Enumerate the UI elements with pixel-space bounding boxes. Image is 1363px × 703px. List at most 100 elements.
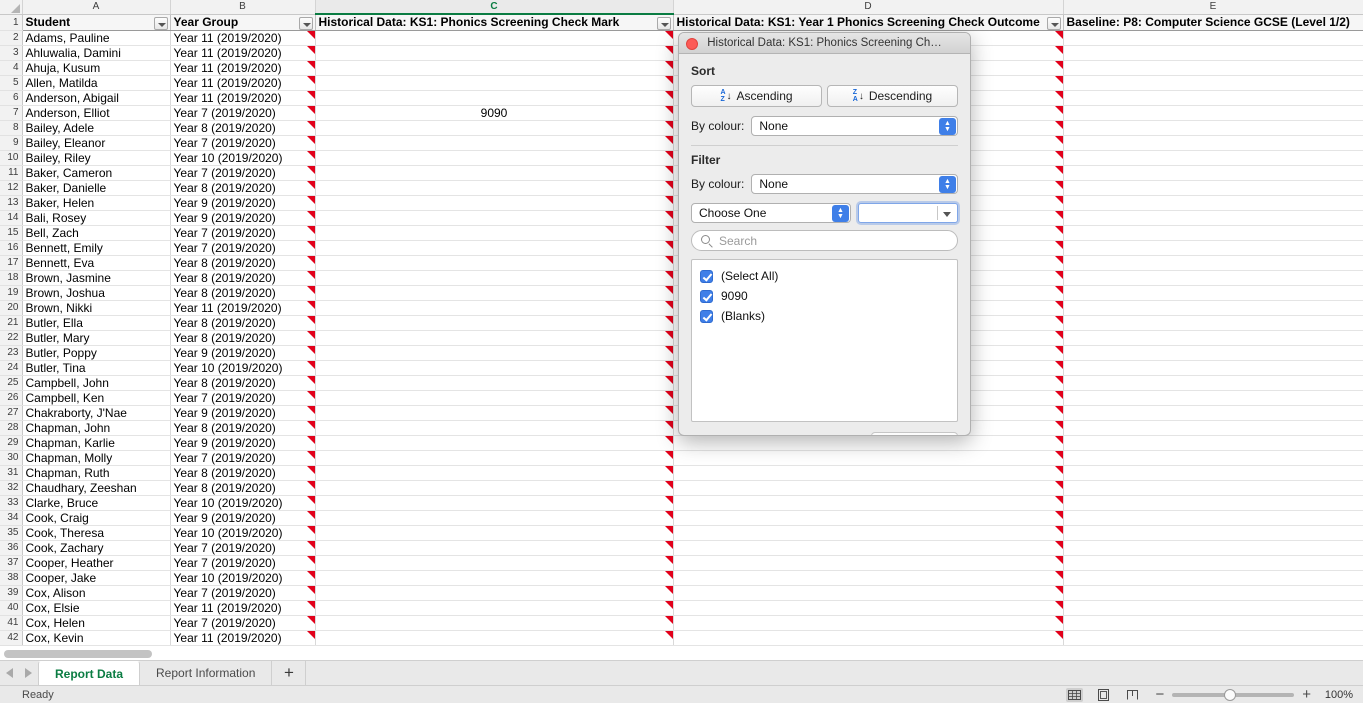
filter-search-input[interactable]: Search <box>691 230 958 251</box>
column-header-c[interactable]: C <box>315 0 673 14</box>
student-cell[interactable]: Bailey, Adele <box>22 120 170 135</box>
phonics-mark-cell[interactable] <box>315 360 673 375</box>
phonics-mark-cell[interactable] <box>315 45 673 60</box>
student-cell[interactable]: Bennett, Emily <box>22 240 170 255</box>
year-group-cell[interactable]: Year 10 (2019/2020) <box>170 150 315 165</box>
baseline-cell[interactable] <box>1063 405 1363 420</box>
row-number[interactable]: 40 <box>0 600 22 615</box>
student-cell[interactable]: Cooper, Heather <box>22 555 170 570</box>
phonics-outcome-cell[interactable] <box>673 480 1063 495</box>
checkbox-icon[interactable] <box>700 290 713 303</box>
row-number[interactable]: 35 <box>0 525 22 540</box>
sort-ascending-button[interactable]: AZ↓ Ascending <box>691 85 822 107</box>
phonics-mark-cell[interactable] <box>315 240 673 255</box>
add-sheet-button[interactable]: + <box>272 661 306 685</box>
checkbox-icon[interactable] <box>700 270 713 283</box>
baseline-cell[interactable] <box>1063 630 1363 645</box>
row-number[interactable]: 24 <box>0 360 22 375</box>
baseline-cell[interactable] <box>1063 165 1363 180</box>
baseline-cell[interactable] <box>1063 150 1363 165</box>
phonics-mark-cell[interactable] <box>315 135 673 150</box>
phonics-outcome-cell[interactable] <box>673 615 1063 630</box>
column-title-cell[interactable]: Historical Data: KS1: Year 1 Phonics Scr… <box>673 14 1063 30</box>
phonics-mark-cell[interactable] <box>315 420 673 435</box>
phonics-mark-cell[interactable] <box>315 585 673 600</box>
table-row[interactable]: 31Chapman, RuthYear 8 (2019/2020) <box>0 465 1363 480</box>
phonics-mark-cell[interactable] <box>315 120 673 135</box>
table-row[interactable]: 30Chapman, MollyYear 7 (2019/2020) <box>0 450 1363 465</box>
year-group-cell[interactable]: Year 11 (2019/2020) <box>170 75 315 90</box>
year-group-cell[interactable]: Year 7 (2019/2020) <box>170 165 315 180</box>
close-icon[interactable] <box>686 38 698 50</box>
row-number[interactable]: 15 <box>0 225 22 240</box>
student-cell[interactable]: Adams, Pauline <box>22 30 170 45</box>
row-number[interactable]: 38 <box>0 570 22 585</box>
student-cell[interactable]: Chapman, Karlie <box>22 435 170 450</box>
student-cell[interactable]: Anderson, Elliot <box>22 105 170 120</box>
baseline-cell[interactable] <box>1063 30 1363 45</box>
row-number[interactable]: 23 <box>0 345 22 360</box>
normal-view-icon[interactable] <box>1066 688 1083 702</box>
table-row[interactable]: 40Cox, ElsieYear 11 (2019/2020) <box>0 600 1363 615</box>
phonics-outcome-cell[interactable] <box>673 585 1063 600</box>
student-cell[interactable]: Anderson, Abigail <box>22 90 170 105</box>
baseline-cell[interactable] <box>1063 585 1363 600</box>
chevron-down-icon[interactable] <box>943 212 951 217</box>
table-row[interactable]: 37Cooper, HeatherYear 7 (2019/2020) <box>0 555 1363 570</box>
filter-list-item[interactable]: (Select All) <box>692 266 957 286</box>
year-group-cell[interactable]: Year 8 (2019/2020) <box>170 465 315 480</box>
phonics-outcome-cell[interactable] <box>673 465 1063 480</box>
sort-by-colour-select[interactable]: None ▲▼ <box>751 116 958 136</box>
phonics-mark-cell[interactable] <box>315 285 673 300</box>
phonics-mark-cell[interactable] <box>315 555 673 570</box>
table-row[interactable]: 42Cox, KevinYear 11 (2019/2020) <box>0 630 1363 645</box>
student-cell[interactable]: Cook, Theresa <box>22 525 170 540</box>
row-number[interactable]: 26 <box>0 390 22 405</box>
year-group-cell[interactable]: Year 11 (2019/2020) <box>170 45 315 60</box>
baseline-cell[interactable] <box>1063 615 1363 630</box>
zoom-slider-knob[interactable] <box>1224 689 1236 701</box>
baseline-cell[interactable] <box>1063 210 1363 225</box>
baseline-cell[interactable] <box>1063 510 1363 525</box>
zoom-in-button[interactable]: + <box>1302 687 1311 702</box>
year-group-cell[interactable]: Year 7 (2019/2020) <box>170 540 315 555</box>
row-number[interactable]: 5 <box>0 75 22 90</box>
table-row[interactable]: 34Cook, CraigYear 9 (2019/2020) <box>0 510 1363 525</box>
student-cell[interactable]: Campbell, Ken <box>22 390 170 405</box>
student-cell[interactable]: Butler, Mary <box>22 330 170 345</box>
phonics-mark-cell[interactable] <box>315 165 673 180</box>
horizontal-scrollbar[interactable] <box>0 648 1363 660</box>
row-number[interactable]: 25 <box>0 375 22 390</box>
phonics-mark-cell[interactable] <box>315 345 673 360</box>
year-group-cell[interactable]: Year 10 (2019/2020) <box>170 525 315 540</box>
column-header-d[interactable]: D <box>673 0 1063 14</box>
year-group-cell[interactable]: Year 7 (2019/2020) <box>170 450 315 465</box>
row-number[interactable]: 3 <box>0 45 22 60</box>
baseline-cell[interactable] <box>1063 300 1363 315</box>
baseline-cell[interactable] <box>1063 375 1363 390</box>
column-title-cell[interactable]: Historical Data: KS1: Phonics Screening … <box>315 14 673 30</box>
row-number[interactable]: 36 <box>0 540 22 555</box>
year-group-cell[interactable]: Year 8 (2019/2020) <box>170 120 315 135</box>
row-number[interactable]: 2 <box>0 30 22 45</box>
column-header-b[interactable]: B <box>170 0 315 14</box>
clear-filter-button[interactable]: Clear Filter <box>871 432 958 436</box>
baseline-cell[interactable] <box>1063 240 1363 255</box>
year-group-cell[interactable]: Year 11 (2019/2020) <box>170 60 315 75</box>
phonics-mark-cell[interactable] <box>315 330 673 345</box>
phonics-mark-cell[interactable] <box>315 30 673 45</box>
student-cell[interactable]: Cox, Kevin <box>22 630 170 645</box>
phonics-mark-cell[interactable] <box>315 495 673 510</box>
baseline-cell[interactable] <box>1063 540 1363 555</box>
year-group-cell[interactable]: Year 9 (2019/2020) <box>170 210 315 225</box>
year-group-cell[interactable]: Year 7 (2019/2020) <box>170 390 315 405</box>
year-group-cell[interactable]: Year 8 (2019/2020) <box>170 315 315 330</box>
baseline-cell[interactable] <box>1063 390 1363 405</box>
phonics-mark-cell[interactable] <box>315 390 673 405</box>
baseline-cell[interactable] <box>1063 480 1363 495</box>
select-all-corner[interactable] <box>0 0 22 14</box>
column-title-cell[interactable]: Year Group <box>170 14 315 30</box>
phonics-mark-cell[interactable] <box>315 210 673 225</box>
row-number[interactable]: 32 <box>0 480 22 495</box>
row-number[interactable]: 29 <box>0 435 22 450</box>
